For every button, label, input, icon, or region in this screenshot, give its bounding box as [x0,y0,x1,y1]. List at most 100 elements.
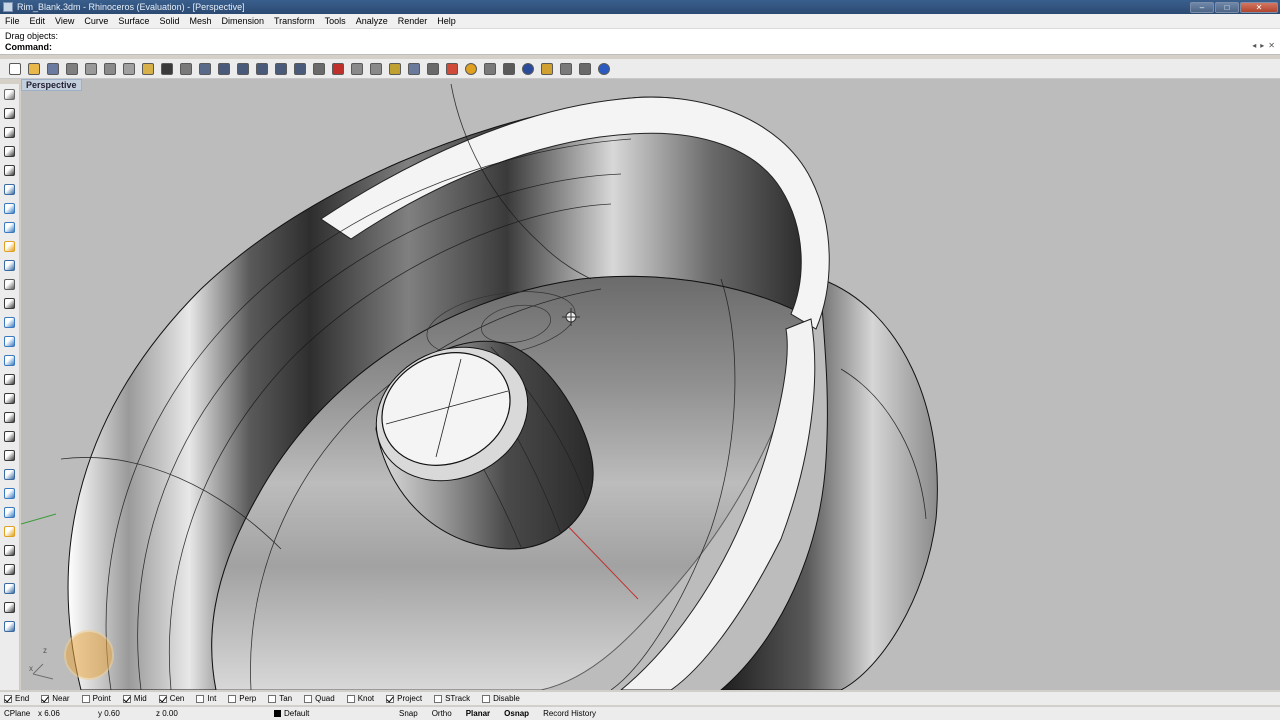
explode-button[interactable] [3,582,17,595]
text-button[interactable] [3,316,17,329]
osnap-disable[interactable]: Disable [482,694,520,703]
transform-button[interactable] [3,259,17,272]
boolean-button[interactable] [3,278,17,291]
osnap-quad[interactable]: Quad [304,694,335,703]
zoom-button[interactable] [215,60,232,77]
zoom-window-button[interactable] [234,60,251,77]
menu-view[interactable]: View [50,16,79,26]
pencil-button[interactable] [3,525,17,538]
osnap-knot[interactable]: Knot [346,694,374,703]
planar-toggle[interactable]: Planar [459,709,497,718]
lock-button[interactable] [424,60,441,77]
loft-button[interactable] [3,411,17,424]
surface-button[interactable] [3,183,17,196]
menu-dimension[interactable]: Dimension [216,16,269,26]
settings-gear-button[interactable] [557,60,574,77]
menu-render[interactable]: Render [393,16,433,26]
osnap-toggle[interactable]: Osnap [497,709,536,718]
osnap-perp[interactable]: Perp [228,694,256,703]
zoom-selected-button[interactable] [272,60,289,77]
osnap-point-checkbox[interactable] [81,694,90,703]
save-button[interactable] [44,60,61,77]
command-input[interactable] [50,41,1200,52]
menu-edit[interactable]: Edit [25,16,51,26]
render-sphere-button[interactable] [519,60,536,77]
osnap-end-checkbox[interactable] [4,694,12,703]
maximize-button[interactable]: □ [1215,1,1239,13]
osnap-near[interactable]: Near [41,694,70,703]
close-button[interactable]: ✕ [1240,1,1278,13]
osnap-near-checkbox[interactable] [41,694,50,703]
rotate-view-button[interactable] [196,60,213,77]
select-button[interactable] [329,60,346,77]
object-properties-button[interactable] [443,60,460,77]
scroll-down-icon[interactable]: ▸ [1260,41,1264,50]
menu-solid[interactable]: Solid [154,16,184,26]
osnap-project[interactable]: Project [386,694,422,703]
analyze-button[interactable] [3,620,17,633]
osnap-mid-checkbox[interactable] [122,694,131,703]
dot-button[interactable] [3,373,17,386]
osnap-cen[interactable]: Cen [158,694,184,703]
osnap-strack[interactable]: STrack [434,694,470,703]
point-button[interactable] [3,107,17,120]
osnap-knot-checkbox[interactable] [346,694,355,703]
osnap-tan[interactable]: Tan [268,694,292,703]
import-button[interactable] [82,60,99,77]
copy-button[interactable] [120,60,137,77]
arc-button[interactable] [3,449,17,462]
grid-snap-button[interactable] [576,60,593,77]
menu-file[interactable]: File [0,16,25,26]
osnap-int[interactable]: Int [196,694,216,703]
color-wheel-button[interactable] [462,60,479,77]
array-button[interactable] [3,335,17,348]
snap-toggle[interactable]: Snap [392,709,425,718]
viewport-canvas[interactable]: z x [21,79,1280,690]
new-button[interactable] [6,60,23,77]
perspective-viewport[interactable]: z x Perspective [21,79,1280,690]
print-button[interactable] [63,60,80,77]
menu-tools[interactable]: Tools [320,16,351,26]
zoom-extents-button[interactable] [253,60,270,77]
revolve-button[interactable] [3,487,17,500]
extrude-button[interactable] [3,506,17,519]
osnap-int-checkbox[interactable] [196,694,205,703]
fillet-button[interactable] [3,297,17,310]
pan-button[interactable] [177,60,194,77]
osnap-tan-checkbox[interactable] [268,694,277,703]
trim-button[interactable] [3,601,17,614]
osnap-project-checkbox[interactable] [386,694,395,703]
dimension-button[interactable] [3,392,17,405]
osnap-mid[interactable]: Mid [122,694,147,703]
curve-button[interactable] [3,145,17,158]
cut-button[interactable] [101,60,118,77]
menu-help[interactable]: Help [432,16,461,26]
menu-surface[interactable]: Surface [113,16,154,26]
menu-curve[interactable]: Curve [79,16,113,26]
light-button[interactable] [405,60,422,77]
osnap-quad-checkbox[interactable] [304,694,313,703]
options-button[interactable] [500,60,517,77]
osnap-perp-checkbox[interactable] [228,694,237,703]
polyline-button[interactable] [3,126,17,139]
layer-button[interactable] [386,60,403,77]
show-button[interactable] [367,60,384,77]
solid-tools-button[interactable] [3,354,17,367]
hide-button[interactable] [348,60,365,77]
select-arrow-button[interactable] [3,88,17,101]
mesh-tool-button[interactable] [3,240,17,253]
undo-view-button[interactable] [291,60,308,77]
undo-button[interactable] [158,60,175,77]
split-button[interactable] [3,544,17,557]
scroll-up-icon[interactable]: ◂ [1252,41,1256,50]
help-button[interactable] [595,60,612,77]
command-close-icon[interactable]: ✕ [1268,41,1275,50]
menu-transform[interactable]: Transform [269,16,320,26]
record-history-toggle[interactable]: Record History [536,709,603,718]
status-layer[interactable]: Default [274,709,392,718]
osnap-strack-checkbox[interactable] [434,694,443,703]
rectangle-button[interactable] [3,430,17,443]
circle-button[interactable] [3,164,17,177]
paste-button[interactable] [139,60,156,77]
viewport-title-tab[interactable]: Perspective [21,79,82,91]
